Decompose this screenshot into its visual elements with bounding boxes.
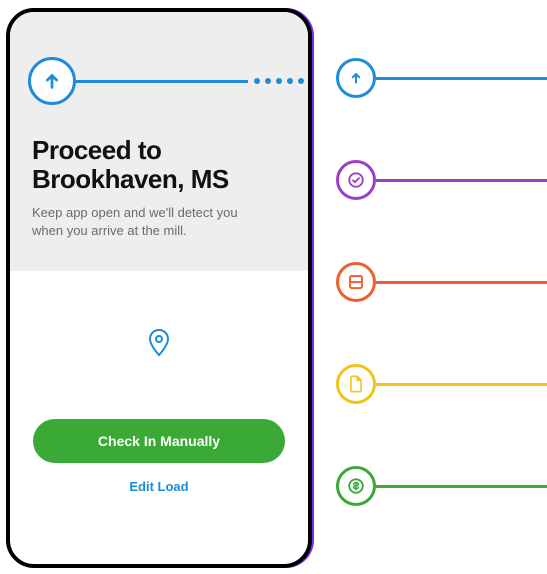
feature-scan	[336, 262, 547, 302]
feature-line	[376, 485, 547, 488]
feature-line	[376, 281, 547, 284]
feature-check	[336, 160, 547, 200]
phone-frame: Proceed to Brookhaven, MS Keep app open …	[6, 8, 312, 568]
feature-line	[376, 383, 547, 386]
phone-body-section: Check In Manually Edit Load	[10, 271, 308, 496]
check-icon	[336, 160, 376, 200]
check-in-button[interactable]: Check In Manually	[33, 419, 285, 463]
location-pin-icon	[10, 329, 308, 357]
money-icon	[336, 466, 376, 506]
feature-paid	[336, 466, 547, 506]
feature-line	[376, 77, 547, 80]
headline-block: Proceed to Brookhaven, MS Keep app open …	[10, 108, 308, 271]
progress-line	[76, 80, 248, 83]
scan-icon	[336, 262, 376, 302]
upload-step-icon	[28, 57, 76, 105]
document-icon	[336, 364, 376, 404]
feature-upload	[336, 58, 547, 98]
feature-line	[376, 179, 547, 182]
progress-bar	[10, 54, 308, 108]
page-title: Proceed to Brookhaven, MS	[32, 136, 286, 194]
upload-icon	[336, 58, 376, 98]
page-subtext: Keep app open and we'll detect you when …	[32, 204, 252, 265]
feature-doc	[336, 364, 547, 404]
edit-load-link[interactable]: Edit Load	[129, 479, 188, 494]
phone-header-section: Proceed to Brookhaven, MS Keep app open …	[10, 12, 308, 271]
progress-dots	[248, 78, 308, 84]
